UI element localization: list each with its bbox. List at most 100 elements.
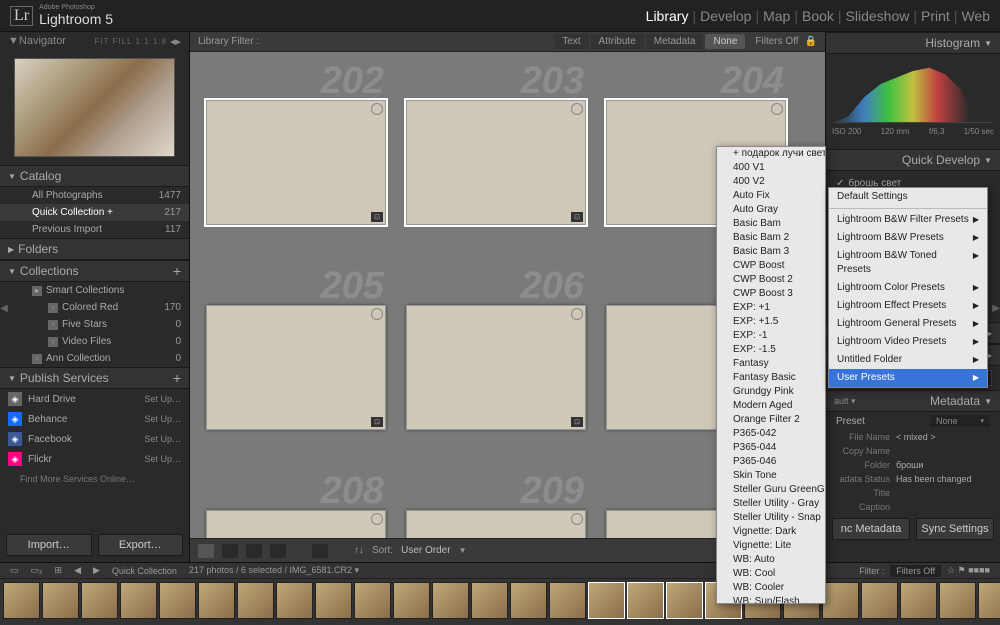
preset-item[interactable]: P365-046 xyxy=(717,455,825,469)
filmstrip-thumb[interactable] xyxy=(276,582,313,619)
filmstrip-thumb[interactable] xyxy=(42,582,79,619)
filmstrip-filter-value[interactable]: Filters Off xyxy=(890,565,941,577)
collection-row[interactable]: ▸Smart Collections xyxy=(0,282,189,299)
filmstrip-thumb[interactable] xyxy=(315,582,352,619)
publish-service[interactable]: ◈BehanceSet Up… xyxy=(0,409,189,429)
metadata-row[interactable]: adata StatusHas been changed xyxy=(826,472,1000,486)
module-web[interactable]: Web xyxy=(961,8,990,24)
grid-cell[interactable]: 205⊡ xyxy=(196,263,396,468)
publish-service[interactable]: ◈Hard DriveSet Up… xyxy=(0,389,189,409)
import-button[interactable]: Import… xyxy=(6,534,92,556)
panel-collapse-right[interactable]: ▶ xyxy=(992,300,1000,316)
publish-header[interactable]: ▼Publish Services+ xyxy=(0,367,189,389)
navigator-preview[interactable] xyxy=(0,50,189,165)
preset-folder[interactable]: Untitled Folder▶ xyxy=(829,351,987,369)
preset-item[interactable]: Basic Bam xyxy=(717,217,825,231)
filmstrip-thumb[interactable] xyxy=(81,582,118,619)
sort-value[interactable]: User Order xyxy=(401,545,450,556)
zoom-options[interactable]: FIT FILL 1:1 1:8 xyxy=(94,37,166,46)
module-print[interactable]: Print xyxy=(921,8,950,24)
filmstrip-thumb[interactable] xyxy=(510,582,547,619)
filmstrip-thumb[interactable] xyxy=(549,582,586,619)
grid-cell[interactable]: 206⊡ xyxy=(396,263,596,468)
preset-item[interactable]: CWP Boost 3 xyxy=(717,287,825,301)
preset-folder[interactable]: Lightroom Color Presets▶ xyxy=(829,279,987,297)
preset-item[interactable]: Skin Tone xyxy=(717,469,825,483)
screen-icon[interactable]: ▭ xyxy=(10,565,19,576)
lock-icon[interactable]: 🔒 xyxy=(805,36,817,47)
painter-icon[interactable] xyxy=(312,544,328,558)
filter-tab-metadata[interactable]: Metadata xyxy=(646,34,704,49)
preset-item[interactable]: CWP Boost 2 xyxy=(717,273,825,287)
preset-item[interactable]: Vignette: Lite xyxy=(717,539,825,553)
preset-item[interactable]: Fantasy Basic xyxy=(717,371,825,385)
filters-off[interactable]: Filters Off xyxy=(755,36,798,47)
forward-icon[interactable]: ▶ xyxy=(93,565,100,576)
preset-item[interactable]: Auto Gray xyxy=(717,203,825,217)
preset-item[interactable]: EXP: -1.5 xyxy=(717,343,825,357)
collection-row[interactable]: ▫Colored Red170 xyxy=(0,299,189,316)
module-slideshow[interactable]: Slideshow xyxy=(846,8,910,24)
preset-dropdown[interactable]: None▾ xyxy=(930,415,990,427)
grid-icon[interactable]: ⊞ xyxy=(55,565,63,576)
filter-tab-attribute[interactable]: Attribute xyxy=(591,34,644,49)
collection-row[interactable]: ▫Video Files0 xyxy=(0,333,189,350)
filmstrip-thumb[interactable] xyxy=(822,582,859,619)
preset-item[interactable]: 400 V1 xyxy=(717,161,825,175)
publish-service[interactable]: ◈FlickrSet Up… xyxy=(0,449,189,469)
metadata-header[interactable]: ault ▾Metadata▼ xyxy=(826,390,1000,412)
filmstrip-thumb[interactable] xyxy=(666,582,703,619)
grid-cell[interactable]: 202⊡ xyxy=(196,58,396,263)
preset-item[interactable]: Steller Guru GreenGold xyxy=(717,483,825,497)
preset-item[interactable]: WB: Cool xyxy=(717,567,825,581)
preset-item[interactable]: + подарок лучи света xyxy=(717,147,825,161)
filmstrip-thumb[interactable] xyxy=(471,582,508,619)
filmstrip-thumb[interactable] xyxy=(978,582,1000,619)
catalog-row[interactable]: All Photographs1477 xyxy=(0,187,189,204)
preset-folder[interactable]: Lightroom B&W Filter Presets▶ xyxy=(829,211,987,229)
survey-view-icon[interactable] xyxy=(270,544,286,558)
collection-row[interactable]: ▫Five Stars0 xyxy=(0,316,189,333)
grid-cell[interactable]: 209⊡ xyxy=(396,468,596,538)
preset-folder[interactable]: Lightroom General Presets▶ xyxy=(829,315,987,333)
filmstrip-thumb[interactable] xyxy=(588,582,625,619)
grid-cell[interactable]: 208⊡ xyxy=(196,468,396,538)
preset-folder[interactable]: User Presets▶ xyxy=(829,369,987,387)
histogram-header[interactable]: Histogram▼ xyxy=(826,32,1000,54)
compare-view-icon[interactable] xyxy=(246,544,262,558)
collections-header[interactable]: ▼Collections+ xyxy=(0,260,189,282)
quick-develop-header[interactable]: Quick Develop▼ xyxy=(826,149,1000,171)
navigator-header[interactable]: ▼ Navigator FIT FILL 1:1 1:8 ◂▸ xyxy=(0,32,189,50)
second-screen-icon[interactable]: ▭₂ xyxy=(31,565,43,576)
preset-item[interactable]: Basic Bam 3 xyxy=(717,245,825,259)
preset-item[interactable]: Grundgy Pink xyxy=(717,385,825,399)
filmstrip-thumb[interactable] xyxy=(861,582,898,619)
filmstrip-thumb[interactable] xyxy=(627,582,664,619)
preset-folder[interactable]: Lightroom B&W Toned Presets▶ xyxy=(829,247,987,279)
filmstrip-thumb[interactable] xyxy=(900,582,937,619)
preset-item[interactable]: Orange Filter 2 xyxy=(717,413,825,427)
preset-item[interactable]: CWP Boost xyxy=(717,259,825,273)
filmstrip-thumb[interactable] xyxy=(354,582,391,619)
chevron-icon[interactable]: ◂▸ xyxy=(170,35,181,48)
preset-item[interactable]: P365-042 xyxy=(717,427,825,441)
publish-service[interactable]: ◈FacebookSet Up… xyxy=(0,429,189,449)
preset-item[interactable]: Steller Utility - Gray xyxy=(717,497,825,511)
sync-metadata-button[interactable]: nc Metadata xyxy=(832,518,910,540)
filmstrip-thumb[interactable] xyxy=(432,582,469,619)
panel-collapse-left[interactable]: ◀ xyxy=(0,300,8,316)
sync-settings-button[interactable]: Sync Settings xyxy=(916,518,994,540)
preset-item[interactable]: WB: Auto xyxy=(717,553,825,567)
preset-item[interactable]: EXP: -1 xyxy=(717,329,825,343)
filmstrip-thumb[interactable] xyxy=(120,582,157,619)
metadata-row[interactable]: Folderброши xyxy=(826,458,1000,472)
filmstrip-thumb[interactable] xyxy=(198,582,235,619)
preset-item[interactable]: WB: Sun/Flash xyxy=(717,595,825,604)
preset-folder[interactable]: Lightroom B&W Presets▶ xyxy=(829,229,987,247)
metadata-row[interactable]: Copy Name xyxy=(826,444,1000,458)
folders-header[interactable]: ▶Folders xyxy=(0,238,189,260)
filmstrip-source[interactable]: Quick Collection xyxy=(112,566,177,576)
find-more-link[interactable]: Find More Services Online… xyxy=(0,469,189,489)
filter-tab-none[interactable]: None xyxy=(705,34,745,49)
filter-tab-text[interactable]: Text xyxy=(554,34,588,49)
